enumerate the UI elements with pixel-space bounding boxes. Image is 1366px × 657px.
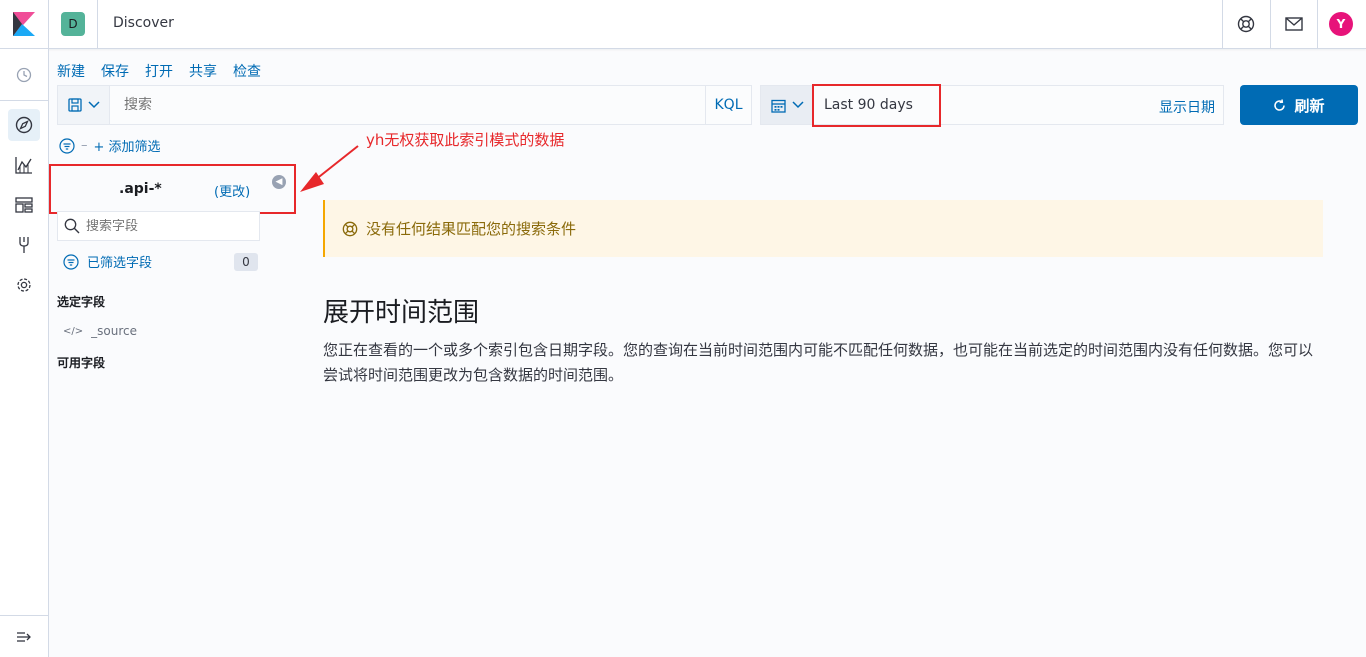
query-bar: KQL <box>57 85 752 125</box>
header-divider <box>48 0 49 48</box>
filtered-fields-toggle[interactable]: 已筛选字段 0 <box>63 252 258 271</box>
nav-separator <box>0 615 48 616</box>
no-results-text: 没有任何结果匹配您的搜索条件 <box>366 220 577 238</box>
chart-icon[interactable] <box>14 155 34 175</box>
nav-separator <box>0 100 48 101</box>
add-filter-button[interactable]: + 添加筛选 <box>94 136 161 155</box>
new-button[interactable]: 新建 <box>57 61 85 81</box>
inspect-button[interactable]: 检查 <box>233 61 261 81</box>
selected-fields-title: 选定字段 <box>57 295 106 309</box>
filtered-fields-label: 已筛选字段 <box>87 256 153 271</box>
global-header: D Discover Y <box>0 0 1366 49</box>
share-button[interactable]: 共享 <box>189 61 217 81</box>
show-dates-button[interactable]: 显示日期 <box>1159 97 1215 117</box>
filter-icon[interactable] <box>59 137 75 154</box>
header-divider <box>97 0 98 48</box>
search-input[interactable] <box>110 86 705 124</box>
no-results-callout: 没有任何结果匹配您的搜索条件 <box>323 200 1323 257</box>
wrench-icon[interactable] <box>14 235 34 255</box>
header-divider <box>1317 0 1318 48</box>
user-avatar[interactable]: Y <box>1329 12 1353 36</box>
filter-bar: – + 添加筛选 <box>59 136 161 155</box>
annotation-highlight-date <box>812 84 941 127</box>
refresh-button[interactable]: 刷新 <box>1240 85 1358 125</box>
help-lifebuoy-icon <box>342 221 358 236</box>
chevron-down-icon <box>87 101 100 109</box>
index-pattern-name: .api-* <box>119 181 162 197</box>
calendar-icon <box>770 99 786 113</box>
space-avatar[interactable]: D <box>61 12 85 36</box>
expand-time-range-title: 展开时间范围 <box>323 298 480 328</box>
field-search-input[interactable] <box>86 218 246 234</box>
refresh-icon <box>1274 98 1286 111</box>
save-icon <box>67 98 82 112</box>
save-button[interactable]: 保存 <box>101 61 129 81</box>
saved-query-button[interactable] <box>58 86 110 124</box>
annotation-text: yh无权获取此索引模式的数据 <box>366 131 565 149</box>
filter-separator: – <box>81 138 88 153</box>
clock-icon[interactable] <box>14 65 34 85</box>
quick-select-button[interactable] <box>761 86 813 124</box>
collapse-nav-icon[interactable] <box>14 627 34 647</box>
mail-icon[interactable] <box>1284 14 1304 34</box>
index-pattern-selector: .api-* (更改) ◀ <box>49 164 296 214</box>
help-lifebuoy-icon[interactable] <box>1236 14 1256 34</box>
dashboard-icon[interactable] <box>14 195 34 215</box>
refresh-label: 刷新 <box>1294 96 1325 115</box>
gear-icon[interactable] <box>14 275 34 295</box>
kibana-logo-icon[interactable] <box>13 12 35 36</box>
filtered-count-badge: 0 <box>234 252 258 271</box>
field-list-item[interactable]: </> _source <box>63 324 137 338</box>
available-fields-title: 可用字段 <box>57 356 106 370</box>
app-title: Discover <box>113 15 174 31</box>
expand-time-range-description: 您正在查看的一个或多个索引包含日期字段。您的查询在当前时间范围内可能不匹配任何数… <box>323 341 1314 384</box>
collapse-sidebar-icon[interactable]: ◀ <box>272 175 286 189</box>
open-button[interactable]: 打开 <box>145 61 173 81</box>
annotation-arrow-icon <box>300 145 359 192</box>
header-divider <box>1222 0 1223 48</box>
field-name: _source <box>91 324 137 338</box>
search-icon <box>64 218 80 234</box>
field-search-box <box>57 211 260 241</box>
change-index-pattern-link[interactable]: (更改) <box>214 181 250 200</box>
top-nav-menu: 新建 保存 打开 共享 检查 <box>57 61 261 81</box>
query-language-button[interactable]: KQL <box>705 86 751 124</box>
compass-icon[interactable] <box>14 115 34 135</box>
side-nav <box>0 49 49 657</box>
code-icon: </> <box>63 325 84 337</box>
header-divider <box>1270 0 1271 48</box>
filter-icon <box>63 253 79 270</box>
chevron-down-icon <box>791 101 804 109</box>
